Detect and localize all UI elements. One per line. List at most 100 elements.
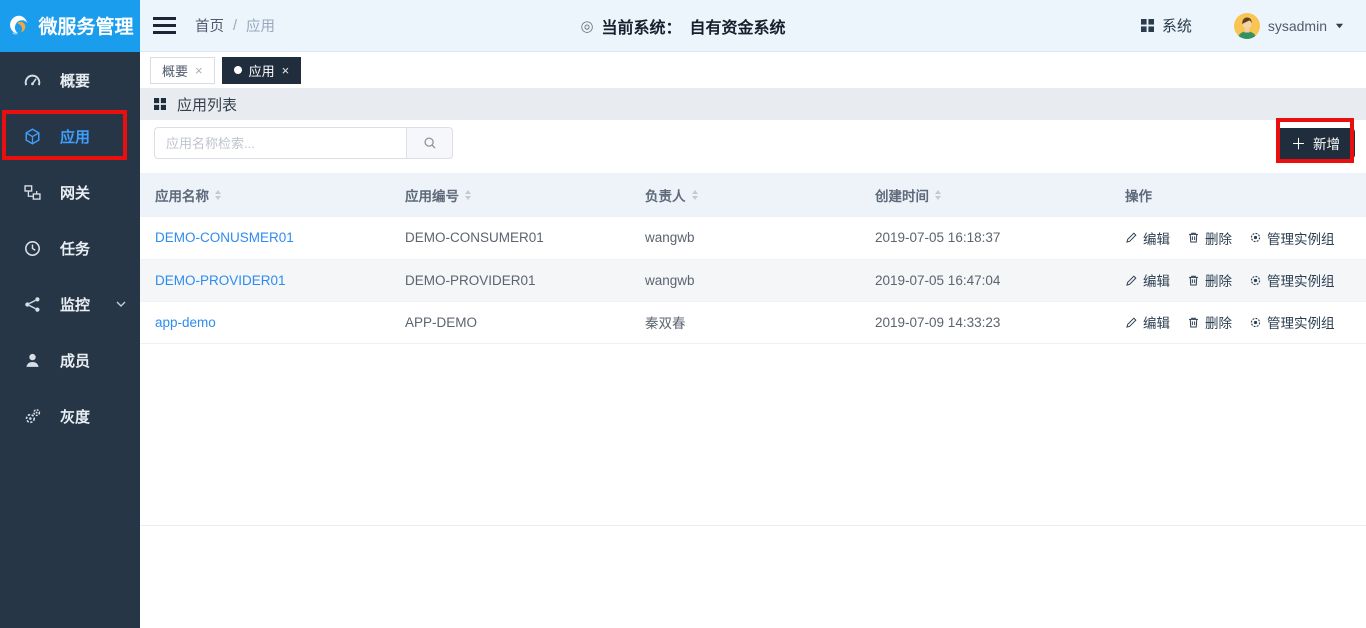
sidebar: 概要应用网关任务监控成员灰度 [0,52,140,628]
sort-icon[interactable] [215,190,221,200]
gear-icon [1249,274,1262,287]
sidebar-item-label: 监控 [60,294,90,315]
logo-swirl-icon [6,13,32,39]
gears-icon [23,408,41,425]
cube-icon [23,128,41,145]
close-icon[interactable]: × [282,64,290,77]
column-header[interactable]: 负责人 [630,173,860,217]
created-cell: 2019-07-09 14:33:23 [860,301,1110,343]
add-button-label: 新增 [1313,133,1340,153]
sidebar-item-overview[interactable]: 概要 [0,52,140,108]
hamburger-menu-icon[interactable] [153,17,176,34]
row-actions: 编辑 删除 管理实例组 [1125,312,1366,332]
column-header: 操作 [1110,173,1366,217]
sidebar-item-members[interactable]: 成员 [0,332,140,388]
avatar [1234,13,1260,39]
trash-icon [1187,231,1200,244]
owner-cell: 秦双春 [630,301,860,343]
action-label: 管理实例组 [1267,270,1335,290]
clock-icon [23,240,41,257]
action-delete[interactable]: 删除 [1187,228,1232,248]
sidebar-item-gray[interactable]: 灰度 [0,388,140,444]
pencil-icon [1125,316,1138,329]
action-delete[interactable]: 删除 [1187,270,1232,290]
action-delete[interactable]: 删除 [1187,312,1232,332]
trash-icon [1187,274,1200,287]
owner-cell: wangwb [630,259,860,301]
action-label: 删除 [1205,228,1232,248]
column-header[interactable]: 创建时间 [860,173,1110,217]
owner-cell: wangwb [630,217,860,259]
action-label: 编辑 [1143,312,1170,332]
top-header: 微服务管理 首页 / 应用 ◎ 当前系统：自有资金系统 系统 sysadmin [0,0,1366,52]
gauge-icon [23,72,41,89]
action-manage[interactable]: 管理实例组 [1249,312,1335,332]
sidebar-item-monitor[interactable]: 监控 [0,276,140,332]
grid-icon [154,98,166,110]
action-edit[interactable]: 编辑 [1125,228,1170,248]
breadcrumb-home[interactable]: 首页 [195,15,224,36]
action-edit[interactable]: 编辑 [1125,312,1170,332]
user-icon [23,352,41,369]
app-name-link[interactable]: DEMO-PROVIDER01 [155,273,286,288]
app-name-link[interactable]: DEMO-CONUSMER01 [155,230,294,245]
sidebar-item-gateway[interactable]: 网关 [0,164,140,220]
app-code-cell: DEMO-PROVIDER01 [390,259,630,301]
column-label: 负责人 [645,185,686,205]
app-logo[interactable]: 微服务管理 [0,0,140,52]
breadcrumb: 首页 / 应用 [195,15,275,36]
content-divider [140,525,1366,526]
current-system-indicator: ◎ 当前系统：自有资金系统 [580,0,785,52]
user-menu[interactable]: sysadmin [1234,13,1344,39]
search-button[interactable] [406,127,453,159]
breadcrumb-separator: / [233,18,237,34]
action-label: 删除 [1205,312,1232,332]
row-actions: 编辑删除 管理实例组 [1125,270,1366,290]
app-title: 微服务管理 [38,12,133,39]
eye-icon: ◎ [580,17,593,35]
sidebar-item-label: 网关 [60,182,90,203]
pencil-icon [1125,231,1138,244]
sidebar-item-label: 任务 [60,238,90,259]
tab-label: 概要 [162,61,188,80]
system-menu[interactable]: 系统 [1141,15,1192,36]
grid-icon [1141,19,1154,32]
tab-apps[interactable]: 应用× [222,57,302,84]
sort-icon[interactable] [692,190,698,200]
column-label: 操作 [1125,185,1152,205]
add-button[interactable]: ＋ 新增 [1276,128,1355,159]
app-code-cell: APP-DEMO [390,301,630,343]
created-cell: 2019-07-05 16:47:04 [860,259,1110,301]
app-name-link[interactable]: app-demo [155,315,216,330]
sidebar-item-label: 概要 [60,70,90,91]
action-manage[interactable]: 管理实例组 [1249,270,1335,290]
search-icon [423,136,437,150]
row-actions: 编辑 删除管理实例组 [1125,228,1366,248]
created-cell: 2019-07-05 16:18:37 [860,217,1110,259]
column-header[interactable]: 应用名称 [140,173,390,217]
table-row: DEMO-CONUSMER01DEMO-CONSUMER01wangwb2019… [140,217,1366,259]
breadcrumb-current: 应用 [246,15,275,36]
search-input[interactable] [154,127,406,159]
caret-down-icon [1335,21,1344,30]
column-header[interactable]: 应用编号 [390,173,630,217]
sidebar-item-label: 成员 [60,350,90,371]
header-right: 系统 sysadmin [1141,13,1366,39]
sidebar-item-apps[interactable]: 应用 [0,108,140,164]
action-label: 编辑 [1143,228,1170,248]
table-row: DEMO-PROVIDER01DEMO-PROVIDER01wangwb2019… [140,259,1366,301]
tab-overview[interactable]: 概要 × [150,57,215,84]
sort-icon[interactable] [465,190,471,200]
active-tab-dot [234,66,242,74]
section-header: 应用列表 [140,88,1366,120]
close-icon[interactable]: × [195,64,203,77]
action-manage[interactable]: 管理实例组 [1249,228,1335,248]
sort-icon[interactable] [935,190,941,200]
app-table: 应用名称应用编号负责人 创建时间操作 DEMO-CONUSMER01DEMO-CO… [140,173,1366,344]
sidebar-item-tasks[interactable]: 任务 [0,220,140,276]
action-edit[interactable]: 编辑 [1125,270,1170,290]
action-label: 管理实例组 [1267,312,1335,332]
table-row: app-demo APP-DEMO秦双春2019-07-09 14:33:23 编辑… [140,301,1366,343]
username: sysadmin [1268,18,1327,34]
sidebar-item-label: 灰度 [60,406,90,427]
